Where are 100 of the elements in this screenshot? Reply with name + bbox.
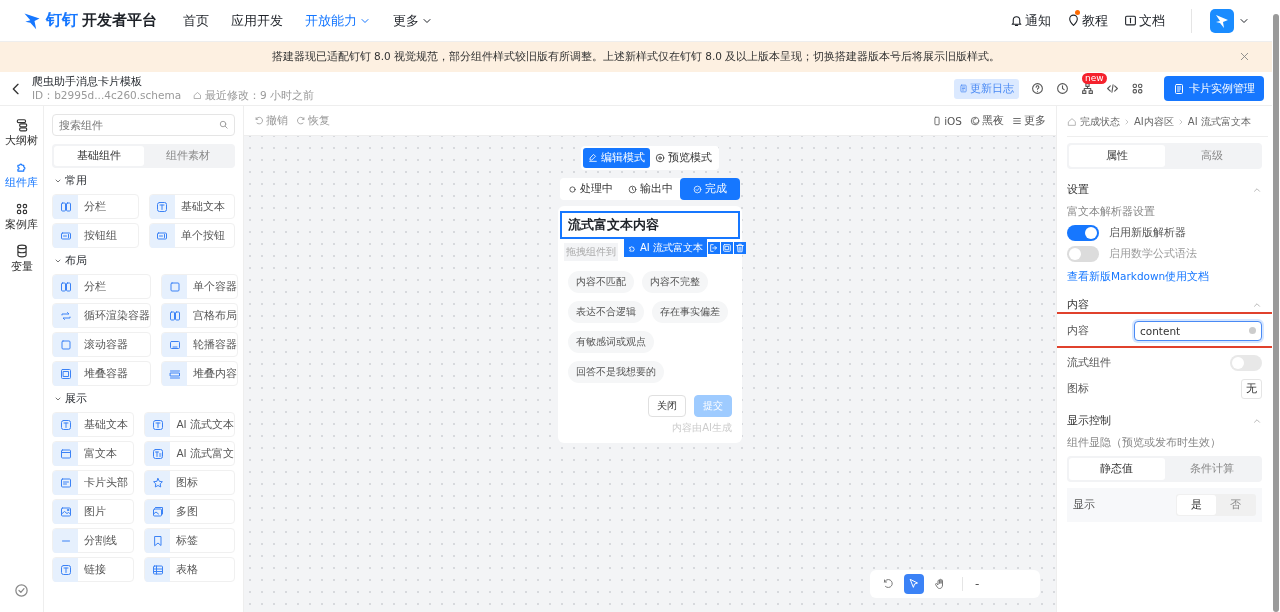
inspector-tab[interactable]: 属性 [1069,145,1165,167]
component-item[interactable]: 基础文本 [148,194,235,219]
feedback-chip[interactable]: 存在事实偏差 [652,301,728,323]
breadcrumb-item[interactable]: AI内容区 [1134,115,1174,129]
copy-icon [722,243,732,253]
theme-button[interactable]: 黑夜 [970,113,1004,128]
new-badge: new [1082,73,1107,84]
square-icon [59,338,72,351]
pointer-tool[interactable] [904,574,924,594]
component-item[interactable]: 宫格布局 [161,303,238,328]
component-item[interactable]: 卡片头部 [52,470,135,495]
group-title: 展示 [65,392,87,406]
mode-tab[interactable]: 编辑模式 [583,148,650,168]
component-item[interactable]: 分栏 [52,194,139,219]
network-icon [1081,82,1094,95]
component-item[interactable]: 按钮组 [52,223,139,248]
preview-icon [655,153,665,163]
header-link[interactable]: 文档 [1124,11,1165,30]
icon-picker[interactable]: 无 [1241,379,1262,399]
close-icon[interactable] [1239,51,1250,62]
chevron-up-icon[interactable] [1252,300,1262,310]
component-item[interactable]: 基础文本 [52,412,135,437]
component-item[interactable]: 图标 [144,470,235,495]
platform-button[interactable]: iOS [932,114,962,127]
undo-icon [254,115,264,126]
library-tab[interactable]: 基础组件 [54,146,144,166]
button-icon [59,229,72,242]
image-icon [59,505,72,518]
feedback-chip[interactable]: 内容不完整 [642,271,708,293]
bookmark-icon [151,534,164,547]
state-tab[interactable]: 处理中 [560,178,620,200]
moon-icon [970,115,980,126]
component-item[interactable]: 单个容器 [161,274,238,299]
breadcrumb-item[interactable]: AI 流式富文本 [1187,115,1251,129]
component-item[interactable]: 富文本 [52,441,135,466]
feedback-chip[interactable]: 回答不是我想要的 [568,361,664,383]
header-link[interactable]: 通知 [1010,11,1051,30]
chevron-up-icon[interactable] [1252,416,1262,426]
group-title: 常用 [65,174,87,188]
rail-tab[interactable]: 变量 [10,244,33,274]
history-icon [1056,82,1069,95]
chevron-up-icon[interactable] [1252,185,1262,195]
component-item[interactable]: 分栏 [52,274,151,299]
mode-tab[interactable]: 静态值 [1069,458,1165,480]
star-icon [151,476,164,489]
outline-tree-icon [14,118,29,132]
setting-caption: 富文本解析器设置 [1067,205,1156,219]
component-item[interactable]: 链接 [52,557,135,582]
feedback-chip[interactable]: 表达不合逻辑 [568,301,644,323]
docs-link[interactable]: 查看新版Markdown使用文档 [1067,270,1262,284]
stack-icon [59,367,72,380]
nav-item[interactable]: 首页 [183,11,209,30]
card-title[interactable]: 流式富文本内容 [560,211,740,239]
button-icon [156,229,168,242]
component-item[interactable]: 滚动容器 [52,332,151,357]
breadcrumb-item[interactable]: 完成状态 [1080,115,1120,129]
component-item[interactable]: 标签 [144,528,235,553]
rail-tab[interactable]: 案例库 [5,202,38,232]
rail-tab[interactable]: 组件库 [5,160,38,190]
instance-manage-button[interactable]: 卡片实例管理 [1164,76,1264,101]
component-item[interactable]: AI 流式文本 [144,412,235,437]
rail-tab[interactable]: 大纲树 [5,118,38,148]
apps-icon [1131,82,1144,95]
header-link[interactable]: 教程 [1067,11,1108,30]
brand-name: 开发者平台 [82,11,157,30]
component-item[interactable]: 堆叠内容 [161,361,238,386]
component-item[interactable]: 表格 [144,557,235,582]
scrollbar[interactable] [1273,14,1279,612]
toggle-switch[interactable] [1067,225,1099,241]
component-item[interactable]: 堆叠容器 [52,361,151,386]
component-item[interactable]: 分割线 [52,528,135,553]
mode-tab[interactable]: 预览模式 [650,148,717,168]
nav-item[interactable]: 开放能力 [305,11,371,30]
component-item[interactable]: 图片 [52,499,135,524]
component-item[interactable]: 循环渲染容器 [52,303,151,328]
content-field[interactable]: content [1134,321,1262,341]
feedback-chip[interactable]: 内容不匹配 [568,271,634,293]
images-icon [151,505,164,518]
choice-option[interactable]: 是 [1177,495,1216,515]
nav-item[interactable]: 应用开发 [231,11,283,30]
more-button[interactable]: 更多 [1012,113,1046,128]
component-item[interactable]: 轮播容器 [161,332,238,357]
search-field[interactable]: 搜索组件 [52,114,235,136]
home-icon [1067,117,1077,127]
columns-icon [59,200,72,213]
field-label: 流式组件 [1067,356,1111,370]
toggle-label: 启用数学公式语法 [1109,247,1197,261]
component-item[interactable]: 多图 [144,499,235,524]
section-title: 内容 [1067,298,1089,312]
component-item[interactable]: 单个按钮 [148,223,235,248]
nav-item[interactable]: 更多 [393,11,433,30]
feedback-chip[interactable]: 有敏感词或观点 [568,331,654,353]
zoom-out-button[interactable]: - [975,577,980,591]
state-tab[interactable]: 输出中 [620,178,680,200]
app-avatar-icon[interactable] [1210,8,1234,33]
component-item[interactable]: AI 流式富文 [144,441,235,466]
text-icon [59,563,72,576]
close-button[interactable]: 关闭 [648,395,686,417]
trash-icon [735,243,745,253]
state-tab[interactable]: 完成 [680,178,740,200]
